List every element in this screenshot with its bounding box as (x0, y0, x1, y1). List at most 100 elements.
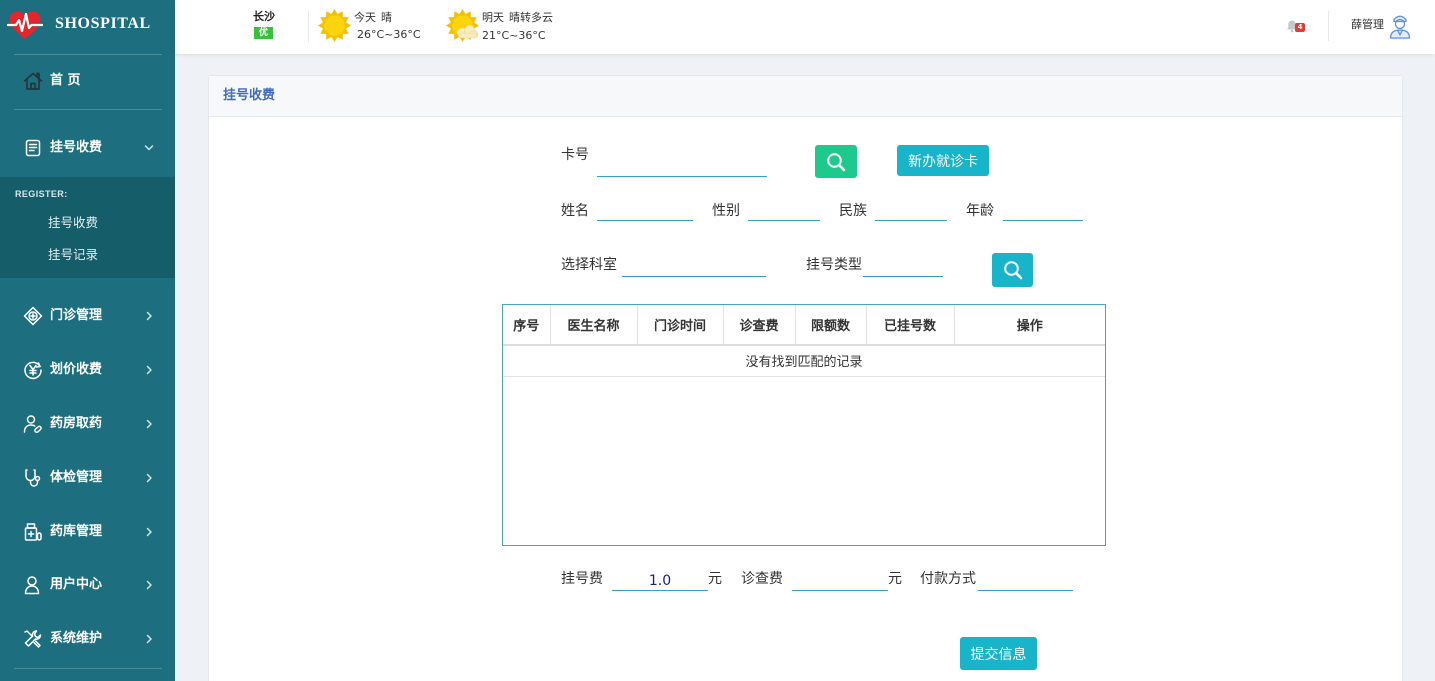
registration-fee-field[interactable] (612, 571, 708, 591)
pharmacy-icon (23, 414, 43, 434)
column-header-index: 序号 (503, 305, 551, 346)
card-search-button[interactable] (815, 145, 857, 178)
name-field[interactable] (597, 201, 693, 221)
card-number-input[interactable] (597, 157, 767, 177)
medicine-storage-icon (23, 522, 43, 542)
header-divider (1328, 11, 1329, 41)
age-label: 年龄 (966, 203, 994, 219)
department-label: 选择科室 (561, 257, 617, 273)
column-header-registered: 已挂号数 (866, 305, 955, 346)
submenu-item-register-records[interactable]: 挂号记录 (0, 240, 175, 270)
sidebar-item-register[interactable]: 挂号收费 (0, 128, 175, 168)
payment-method-label: 付款方式 (920, 571, 976, 587)
submenu-item-label: 挂号记录 (48, 247, 99, 262)
gender-label: 性别 (712, 203, 740, 219)
payment-method-field[interactable] (978, 571, 1073, 591)
chevron-right-icon (144, 527, 154, 537)
heart-ecg-icon (7, 8, 43, 41)
sidebar-item-label: 划价收费 (50, 362, 103, 377)
tomorrow-temp: 21°C~36°C (482, 29, 546, 42)
submenu-item-label: 挂号收费 (48, 215, 99, 230)
department-search-button[interactable] (992, 253, 1033, 287)
ethnicity-label: 民族 (839, 203, 867, 219)
registration-fee-label: 挂号费 (561, 571, 603, 587)
sidebar-divider (14, 54, 162, 55)
outpatient-icon (23, 306, 43, 326)
chevron-down-icon (144, 143, 154, 153)
doctor-avatar-icon[interactable] (1389, 11, 1411, 39)
card-number-label: 卡号 (561, 147, 589, 163)
sidebar-item-checkup[interactable]: 体检管理 (0, 458, 175, 498)
air-quality-badge: 优 (254, 27, 273, 39)
user-icon (23, 575, 43, 595)
ethnicity-field[interactable] (875, 201, 947, 221)
submit-button[interactable]: 提交信息 (960, 637, 1037, 670)
sun-icon (318, 9, 351, 42)
column-header-clinic-time: 门诊时间 (637, 305, 724, 346)
sidebar-item-label: 首 页 (50, 73, 81, 88)
sidebar-item-label: 用户中心 (50, 577, 103, 592)
chevron-right-icon (144, 419, 154, 429)
chevron-right-icon (144, 473, 154, 483)
table-row: 没有找到匹配的记录 (503, 345, 1105, 377)
sidebar-item-label: 挂号收费 (50, 140, 103, 155)
column-header-limit: 限额数 (795, 305, 867, 346)
user-name[interactable]: 薛管理 (1351, 18, 1384, 32)
name-label: 姓名 (561, 203, 589, 219)
sidebar-item-medicine-storage[interactable]: 药库管理 (0, 512, 175, 552)
submenu-item-register-fee[interactable]: 挂号收费 (0, 208, 175, 238)
sidebar: SHOSPITAL 首 页 挂号收费 REGISTER: 挂号收费 挂号记录 门… (0, 0, 175, 681)
search-icon (826, 152, 846, 172)
register-type-label: 挂号类型 (806, 257, 862, 273)
column-header-actions: 操作 (954, 305, 1105, 346)
registration-fee-unit: 元 (708, 571, 722, 587)
sidebar-item-pricing[interactable]: 划价收费 (0, 350, 175, 390)
exam-fee-label: 诊查费 (741, 571, 783, 587)
register-card: 挂号收费 卡号 新办就诊卡 姓名 性别 民族 年龄 选择科室 挂号类型 序号 医… (208, 75, 1403, 681)
sidebar-item-outpatient[interactable]: 门诊管理 (0, 296, 175, 336)
today-label: 今天 (354, 11, 376, 24)
sidebar-item-label: 药库管理 (50, 524, 103, 539)
sidebar-item-user-center[interactable]: 用户中心 (0, 565, 175, 605)
home-icon (23, 71, 43, 91)
register-type-select[interactable] (863, 257, 943, 277)
department-select[interactable] (622, 257, 766, 277)
stethoscope-icon (23, 468, 43, 488)
table-header-row: 序号 医生名称 门诊时间 诊查费 限额数 已挂号数 操作 (503, 305, 1105, 346)
chevron-right-icon (144, 311, 154, 321)
submenu-heading: REGISTER: (15, 189, 68, 199)
header-divider (308, 10, 309, 42)
notification-count-badge: 4 (1295, 23, 1305, 32)
sidebar-item-home[interactable]: 首 页 (0, 61, 175, 101)
sidebar-divider (14, 109, 162, 110)
empty-table-message: 没有找到匹配的记录 (503, 345, 1105, 377)
sidebar-item-system[interactable]: 系统维护 (0, 619, 175, 659)
chevron-right-icon (144, 365, 154, 375)
exam-fee-unit: 元 (888, 571, 902, 587)
chevron-right-icon (144, 580, 154, 590)
yuan-icon (23, 360, 43, 380)
gender-field[interactable] (748, 201, 820, 221)
chevron-right-icon (144, 634, 154, 644)
sidebar-item-label: 门诊管理 (50, 308, 103, 323)
tools-icon (23, 629, 43, 649)
exam-fee-field[interactable] (792, 571, 888, 591)
today-weather: 晴 (381, 11, 392, 24)
sidebar-item-label: 药房取药 (50, 416, 103, 431)
today-temp: 26°C~36°C (357, 28, 421, 41)
new-card-button[interactable]: 新办就诊卡 (897, 145, 989, 176)
sun-cloud-icon (446, 9, 479, 42)
city-name: 长沙 (253, 10, 275, 23)
top-header: 长沙 优 今天 晴 26°C~36°C 明天 晴转多云 21°C~36°C 4 … (175, 0, 1435, 54)
tomorrow-weather: 晴转多云 (509, 11, 553, 24)
register-icon (23, 138, 43, 158)
sidebar-item-label: 体检管理 (50, 470, 103, 485)
page-title: 挂号收费 (223, 88, 276, 103)
doctor-schedule-table: 序号 医生名称 门诊时间 诊查费 限额数 已挂号数 操作 没有找到匹配的记录 (502, 304, 1106, 546)
column-header-exam-fee: 诊查费 (723, 305, 796, 346)
sidebar-item-label: 系统维护 (50, 631, 103, 646)
sidebar-item-pharmacy[interactable]: 药房取药 (0, 404, 175, 444)
sidebar-divider (14, 668, 162, 669)
search-icon (1003, 260, 1023, 280)
age-field[interactable] (1003, 201, 1083, 221)
